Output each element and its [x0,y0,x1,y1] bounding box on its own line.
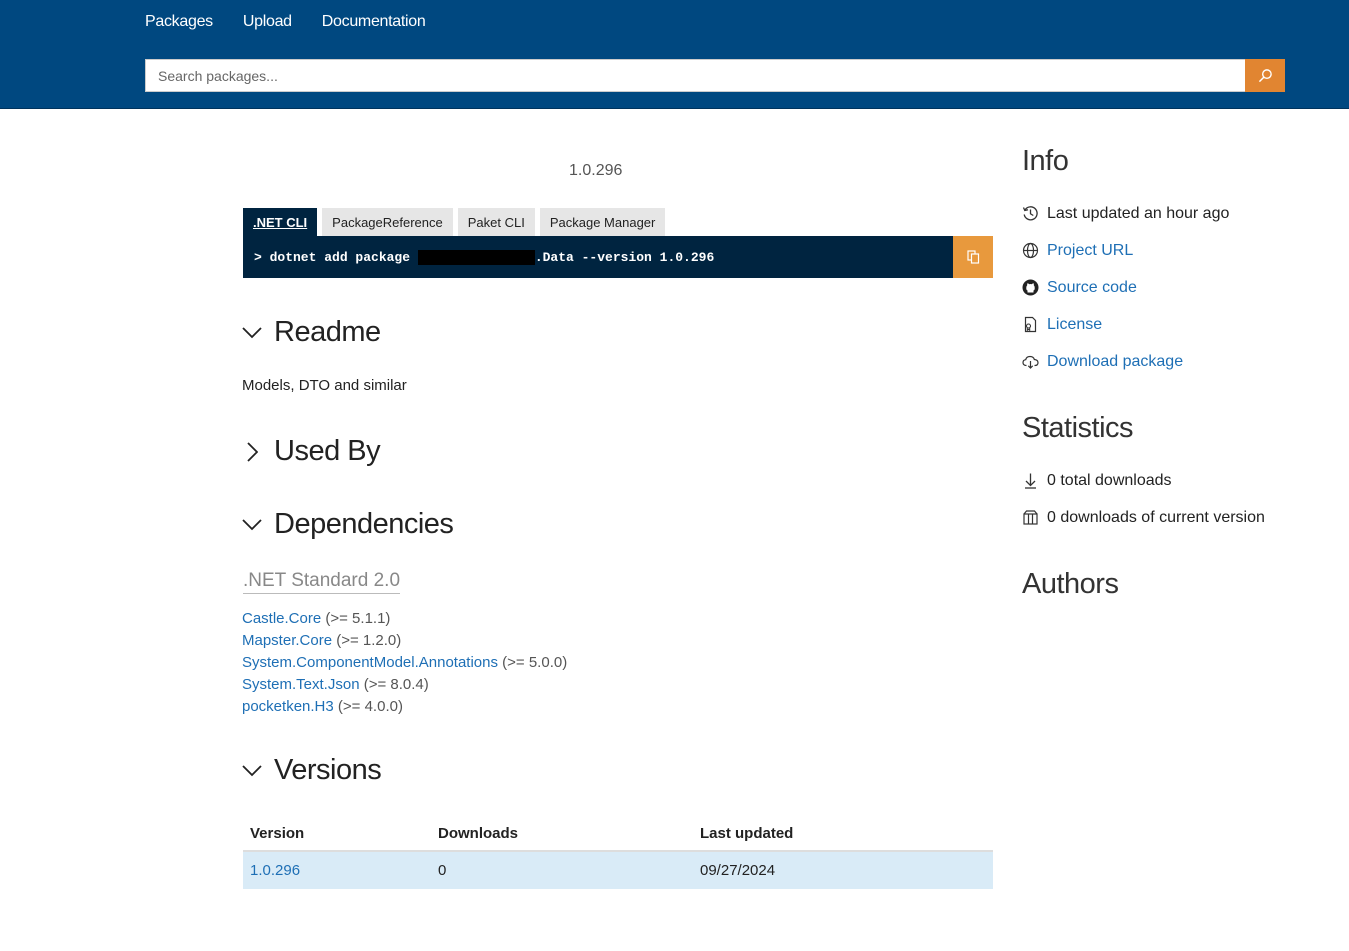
column-header-version: Version [243,816,431,852]
tab-package-manager[interactable]: Package Manager [539,208,666,236]
redacted-package-name [417,250,535,265]
current-downloads-item: 0 downloads of current version [1022,499,1265,536]
download-arrow-icon [1022,472,1039,489]
nav-packages-link[interactable]: Packages [145,13,213,31]
list-item: pocketken.H3 (>= 4.0.0) [242,696,567,718]
used-by-header[interactable]: Used By [242,435,381,468]
search-bar [145,59,1285,92]
project-url-item: Project URL [1022,232,1229,269]
cloud-download-icon [1022,353,1039,370]
versions-header[interactable]: Versions [242,754,382,787]
version-link[interactable]: 1.0.296 [250,862,300,879]
readme-header[interactable]: Readme [242,316,381,349]
dependency-list: Castle.Core (>= 5.1.1) Mapster.Core (>= … [242,608,567,718]
dependencies-title: Dependencies [274,508,454,540]
info-title: Info [1022,145,1069,177]
dependencies-header[interactable]: Dependencies [242,508,454,541]
list-item: System.ComponentModel.Annotations (>= 5.… [242,652,567,674]
total-downloads-text: 0 total downloads [1047,471,1172,489]
updated-cell: 09/27/2024 [693,851,993,889]
copy-icon [966,250,979,264]
dependency-link[interactable]: Castle.Core [242,610,321,627]
license-link[interactable]: License [1047,316,1102,334]
dependency-link[interactable]: pocketken.H3 [242,698,334,715]
history-icon [1022,205,1039,222]
search-input[interactable] [145,59,1245,92]
download-package-item: Download package [1022,343,1229,380]
dependency-range: (>= 5.1.1) [325,610,391,627]
last-updated-item: Last updated an hour ago [1022,195,1229,232]
table-header-row: Version Downloads Last updated [243,816,993,852]
download-package-link[interactable]: Download package [1047,353,1183,371]
chevron-down-icon [242,323,262,343]
list-item: Mapster.Core (>= 1.2.0) [242,630,567,652]
dependency-range: (>= 5.0.0) [502,654,568,671]
dependency-link[interactable]: Mapster.Core [242,632,332,649]
versions-title: Versions [274,754,382,786]
license-item: License [1022,306,1229,343]
install-command-box: > dotnet add package .Data --version 1.0… [243,236,993,278]
dependency-range: (>= 4.0.0) [337,698,403,715]
used-by-title: Used By [274,435,381,467]
project-url-link[interactable]: Project URL [1047,242,1133,260]
column-header-downloads: Downloads [431,816,693,852]
downloads-cell: 0 [431,851,693,889]
source-code-item: Source code [1022,269,1229,306]
globe-icon [1022,242,1039,259]
search-icon [1258,69,1272,83]
dependency-range: (>= 8.0.4) [363,676,429,693]
copy-command-button[interactable] [953,236,993,278]
column-header-last-updated: Last updated [693,816,993,852]
dependency-link[interactable]: System.ComponentModel.Annotations [242,654,498,671]
list-item: Castle.Core (>= 5.1.1) [242,608,567,630]
package-version: 1.0.296 [569,162,623,179]
package-box-icon [1022,509,1039,526]
total-downloads-item: 0 total downloads [1022,462,1265,499]
dependency-link[interactable]: System.Text.Json [242,676,360,693]
nav-upload-link[interactable]: Upload [243,13,292,31]
tab-package-reference[interactable]: PackageReference [322,208,453,236]
statistics-list: 0 total downloads 0 downloads of current… [1022,462,1265,536]
command-prefix: > dotnet add package [254,250,418,265]
tab-paket-cli[interactable]: Paket CLI [457,208,535,236]
source-code-link[interactable]: Source code [1047,279,1137,297]
info-list: Last updated an hour ago Project URL Sou… [1022,195,1229,380]
current-downloads-text: 0 downloads of current version [1047,508,1265,526]
top-nav: Packages Upload Documentation [145,13,426,31]
tab-dotnet-cli[interactable]: .NET CLI [243,208,318,236]
last-updated-text: Last updated an hour ago [1047,204,1230,222]
install-command: > dotnet add package .Data --version 1.0… [254,250,714,265]
install-tabs: .NET CLI PackageReference Paket CLI Pack… [243,208,666,236]
nav-documentation-link[interactable]: Documentation [322,13,426,31]
authors-title: Authors [1022,568,1119,600]
chevron-down-icon [242,515,262,535]
target-framework[interactable]: .NET Standard 2.0 [243,570,401,594]
readme-text: Models, DTO and similar [242,377,407,394]
version-cell: 1.0.296 [243,851,431,889]
versions-table: Version Downloads Last updated 1.0.296 0… [243,816,993,889]
chevron-right-icon [242,441,262,462]
site-header: Packages Upload Documentation [0,0,1349,109]
command-suffix: .Data --version 1.0.296 [534,250,715,265]
chevron-down-icon [242,761,262,781]
license-file-icon [1022,316,1039,333]
github-icon [1022,279,1039,296]
list-item: System.Text.Json (>= 8.0.4) [242,674,567,696]
search-button[interactable] [1245,59,1285,92]
readme-title: Readme [274,316,381,348]
statistics-title: Statistics [1022,412,1134,444]
table-row: 1.0.296 0 09/27/2024 [243,851,993,889]
dependency-range: (>= 1.2.0) [336,632,402,649]
